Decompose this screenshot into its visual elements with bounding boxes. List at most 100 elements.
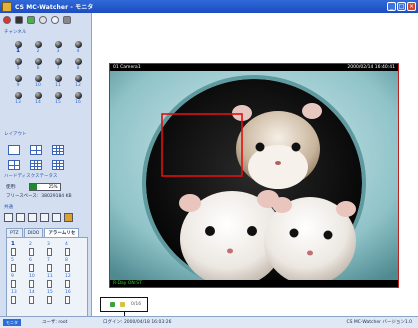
layout-3x3-icon[interactable] [52,145,64,155]
alarm-icon[interactable] [64,213,73,222]
hdd-usage-label: 使用: [6,185,17,190]
alarm-camera-item[interactable]: 8 [65,258,83,272]
camera-name: 01 Camera1 [113,65,141,70]
snapshot-icon[interactable] [4,213,13,222]
alarm-camera-item[interactable]: 16 [65,290,83,304]
video-viewer: 01 Camera1 2000/02/14 16:40:41 R-Day ON:… [95,13,418,316]
callout-text: 0/16 [131,302,142,307]
hdd-usage-percent: 25% [48,184,58,189]
alarm-reset-panel: 1 2 3 4 5 6 7 8 9 10 11 12 13 14 15 16 [6,237,88,327]
status-app-version: CS MC-Watcher バージョン1.0 [346,320,412,325]
alarm-camera-number: 8 [65,258,68,263]
playback-icon[interactable] [27,16,35,24]
channel-button[interactable]: 9 [8,75,28,88]
camera-dot-icon [74,41,82,48]
alarm-camera-number: 4 [65,242,68,247]
alarm-camera-item[interactable]: 1 [11,241,29,256]
channel-number: 4 [76,49,80,54]
hdd-section-label: ハードディスクステータス [4,174,58,179]
window-controls: _ □ × [387,2,416,11]
alarm-indicator-icon [29,280,34,288]
minimize-button[interactable]: _ [387,2,396,11]
camera-dot-icon [74,75,82,82]
alarm-camera-item[interactable]: 10 [29,274,47,288]
camera-dot-icon [34,92,42,99]
video-frame[interactable]: 01 Camera1 2000/02/14 16:40:41 R-Day ON:… [109,63,399,288]
alarm-camera-number: 5 [11,258,14,263]
user-icon[interactable] [63,16,71,24]
record-icon[interactable] [16,213,25,222]
channel-number: 3 [56,49,60,54]
layout-grid [8,145,74,170]
channel-button[interactable]: 14 [28,92,48,105]
channel-button[interactable]: 12 [68,75,88,88]
camera-dot-icon [54,75,62,82]
maximize-button[interactable]: □ [397,2,406,11]
layout-2x2-icon[interactable] [30,145,42,155]
close-button[interactable]: × [407,2,416,11]
alarm-camera-item[interactable]: 15 [47,290,65,304]
alarm-camera-item[interactable]: 11 [47,274,65,288]
channel-number: 7 [56,66,60,71]
camera-dot-icon [54,58,62,65]
power-icon[interactable] [3,16,11,24]
alarm-indicator-icon [29,264,34,272]
alarm-camera-number: 10 [29,274,35,279]
alarm-camera-item[interactable]: 13 [11,290,29,304]
layout-16-icon[interactable] [52,160,64,170]
camera-dot-icon [14,58,22,65]
channel-number: 10 [35,83,41,88]
alarm-camera-item[interactable]: 9 [11,274,29,288]
channel-button[interactable]: 16 [68,92,88,105]
channel-number: 13 [15,100,21,105]
layout-quad-a-icon[interactable] [8,160,20,170]
channel-button[interactable]: 13 [8,92,28,105]
channel-button[interactable]: 6 [28,58,48,71]
alarm-indicator-icon [11,264,16,272]
channel-grid: 1 2 3 4 5 6 7 8 9 10 11 12 13 14 15 16 [8,41,86,105]
channel-button[interactable]: 7 [48,58,68,71]
hdd-usage-row: 使用: 25% [6,183,61,191]
camera-feed-image [110,71,398,280]
channel-number: 16 [75,100,81,105]
camera-dot-icon [14,41,22,48]
camera-dot-icon [54,41,62,48]
audio-icon[interactable] [28,213,37,222]
channel-number: 15 [55,100,61,105]
channel-number: 9 [16,83,20,88]
channel-button[interactable]: 5 [8,58,28,71]
alarm-camera-item[interactable]: 3 [47,242,65,256]
channel-number: 8 [76,66,80,71]
video-footer: R-Day ON:ST [113,281,142,286]
alarm-camera-item[interactable]: 5 [11,258,29,272]
fullscreen-icon[interactable] [40,213,49,222]
alarm-camera-number: 14 [29,290,35,295]
alarm-camera-item[interactable]: 2 [29,242,47,256]
layout-9-icon[interactable] [30,160,42,170]
channel-section-label: チャンネル [4,30,27,35]
search-icon[interactable] [51,16,59,24]
channel-number: 12 [75,83,81,88]
channel-button[interactable]: 4 [68,41,88,54]
layout-1x1-icon[interactable] [8,145,20,155]
settings-icon[interactable] [39,16,47,24]
print-icon[interactable] [52,213,61,222]
channel-button[interactable]: 8 [68,58,88,71]
sidebar: チャンネル 1 2 3 4 5 6 7 8 9 10 11 12 13 14 15 16 レイアウト ハードデ… [0,13,92,327]
alarm-camera-item[interactable]: 7 [47,258,65,272]
channel-button[interactable]: 1 [8,41,28,54]
channel-button[interactable]: 3 [48,41,68,54]
hdd-usage-bar: 25% [28,183,61,191]
alarm-camera-item[interactable]: 12 [65,274,83,288]
alarm-camera-number: 9 [11,274,14,279]
channel-button[interactable]: 10 [28,75,48,88]
camera-dot-icon [34,58,42,65]
camera-dot-icon [14,92,22,99]
alarm-camera-item[interactable]: 4 [65,242,83,256]
alarm-camera-item[interactable]: 6 [29,258,47,272]
monitor-icon[interactable] [15,16,23,24]
channel-button[interactable]: 15 [48,92,68,105]
channel-button[interactable]: 11 [48,75,68,88]
alarm-camera-item[interactable]: 14 [29,290,47,304]
channel-button[interactable]: 2 [28,41,48,54]
